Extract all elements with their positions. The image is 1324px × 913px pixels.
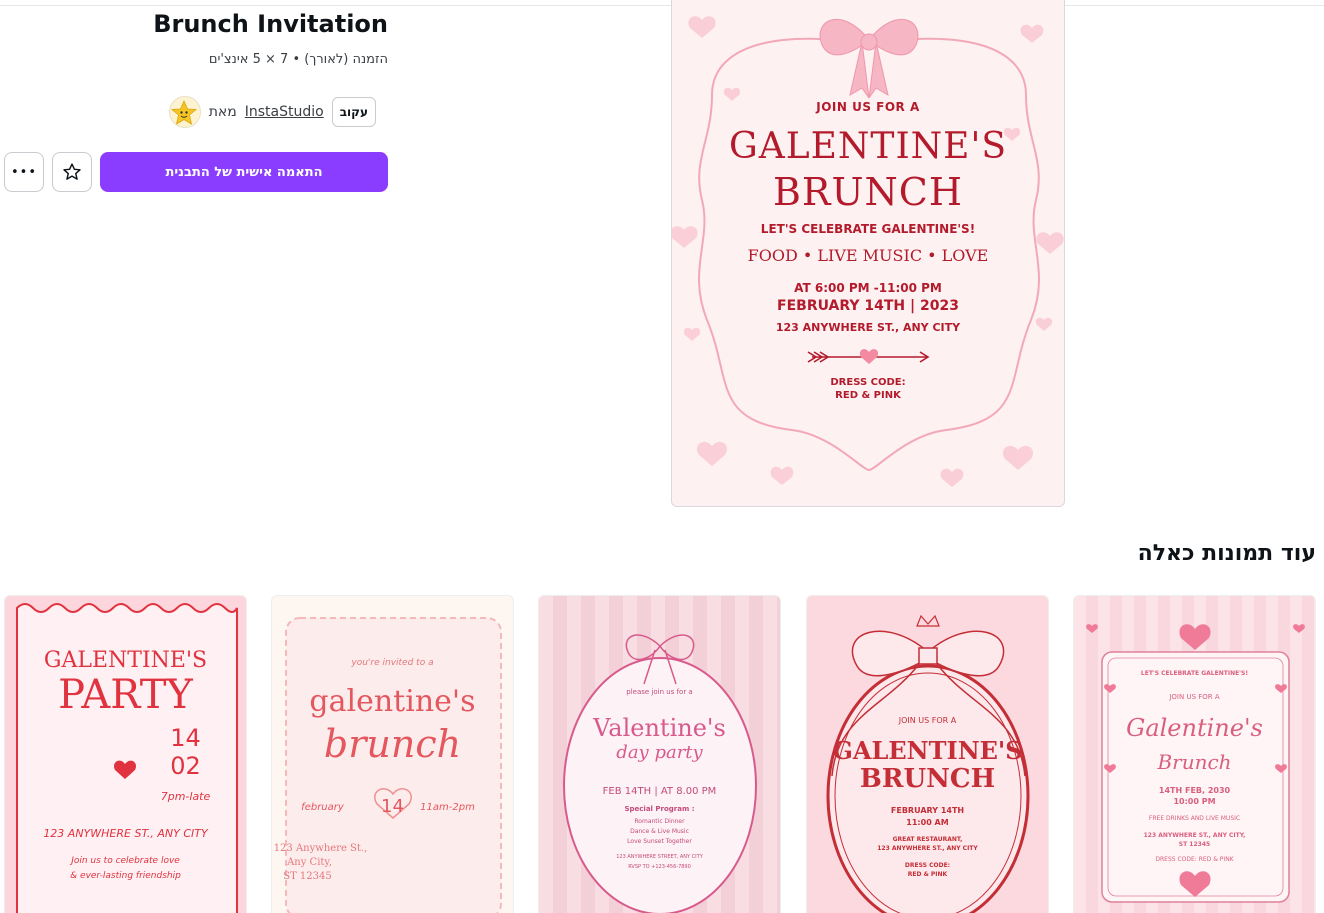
card1-line8: & ever-lasting friendship: [70, 871, 181, 881]
customize-template-button[interactable]: התאמה אישית של התבנית: [100, 152, 388, 192]
card1-line5: 7pm-late: [160, 790, 211, 803]
card3-line4: FEB 14TH | AT 8.00 PM: [602, 786, 717, 797]
card2-line1: you're invited to a: [351, 658, 434, 668]
follow-button[interactable]: עקוב: [331, 97, 376, 127]
card4-line2: GALENTINE'S: [832, 736, 1023, 765]
card3-line1: please join us for a: [626, 688, 693, 696]
card4-line3: BRUNCH: [859, 764, 996, 794]
similar-template-card[interactable]: GALENTINE'S PARTY 14 02 7pm-late 123 ANY…: [4, 595, 247, 913]
card3-line10: RVSP TO +123-456-7890: [628, 864, 691, 870]
card5-line3: Galentine's: [1126, 714, 1263, 742]
template-subtitle: הזמנה (לאורך) • 7 × 5 אינצ'ים: [208, 52, 388, 67]
card2-line9: ST 12345: [283, 871, 332, 882]
preview-line-galentines: GALENTINE'S: [728, 126, 1007, 167]
card3-line7: Dance & Live Music: [630, 828, 689, 835]
card4-line9: RED & PINK: [907, 871, 948, 878]
similar-template-card[interactable]: you're invited to a galentine's brunch f…: [271, 595, 514, 913]
preview-line-date: FEBRUARY 14TH | 2023: [777, 298, 959, 314]
author-byline: מאת InstaStudio עקוב: [168, 96, 388, 128]
card3-line8: Love Sunset Together: [627, 838, 692, 845]
similar-template-card[interactable]: JOIN US FOR A GALENTINE'S BRUNCH FEBRUAR…: [806, 595, 1049, 913]
card4-line1: JOIN US FOR A: [898, 716, 957, 725]
card1-line3: 14: [170, 724, 201, 752]
author-link[interactable]: InstaStudio: [245, 104, 324, 120]
star-mascot-icon: [170, 100, 197, 125]
card5-line10: DRESS CODE: RED & PINK: [1155, 856, 1234, 863]
card4-line4: FEBRUARY 14TH: [890, 806, 965, 815]
preview-line-dresscode: DRESS CODE:: [830, 377, 906, 388]
template-title: Brunch Invitation: [153, 10, 388, 38]
more-options-button[interactable]: •••: [4, 152, 44, 192]
author-avatar[interactable]: [168, 96, 201, 128]
card1-line4: 02: [170, 752, 201, 780]
card5-line6: 10:00 PM: [1173, 797, 1216, 806]
card5-line8: 123 ANYWHERE ST., ANY CITY,: [1143, 832, 1246, 839]
preview-line-food: FOOD • LIVE MUSIC • LOVE: [747, 246, 989, 265]
card5-line7: FREE DRINKS AND LIVE MUSIC: [1148, 815, 1241, 822]
card2-line8: Any City,: [287, 857, 332, 868]
card3-line3: day party: [616, 742, 703, 763]
card3-line2: Valentine's: [593, 714, 726, 742]
card4-line8: DRESS CODE:: [904, 862, 951, 869]
preview-line-address: 123 ANYWHERE ST., ANY CITY: [775, 321, 961, 334]
preview-line-brunch: BRUNCH: [772, 170, 964, 214]
similar-template-card[interactable]: LET'S CELEBRATE GALENTINE'S! JOIN US FOR…: [1073, 595, 1316, 913]
by-label: מאת: [208, 104, 237, 120]
template-preview[interactable]: JOIN US FOR A GALENTINE'S BRUNCH LET'S C…: [671, 0, 1065, 507]
card2-line3: brunch: [323, 722, 462, 766]
card4-line5: 11:00 AM: [906, 818, 949, 827]
preview-line-colors: RED & PINK: [835, 390, 901, 401]
card4-line6: GREAT RESTAURANT,: [892, 836, 963, 843]
card3-line6: Romantic Dinner: [634, 818, 685, 825]
card1-line6: 123 ANYWHERE ST., ANY CITY: [43, 827, 208, 840]
card5-line5: 14TH FEB, 2030: [1158, 786, 1231, 795]
top-bar-edge: [0, 0, 1324, 6]
card5-line4: Brunch: [1157, 750, 1232, 774]
card2-line2: galentine's: [309, 684, 476, 719]
similar-template-card[interactable]: please join us for a Valentine's day par…: [538, 595, 781, 913]
template-actions: ••• התאמה אישית של התבנית: [4, 152, 388, 192]
card1-line7: Join us to celebrate love: [71, 856, 180, 866]
more-icon: •••: [10, 164, 37, 180]
preview-line-join: JOIN US FOR A: [816, 100, 920, 114]
card2-line6: 11am-2pm: [420, 802, 475, 813]
card4-line7: 123 ANYWHERE ST., ANY CITY: [877, 845, 978, 852]
preview-line-time: AT 6:00 PM -11:00 PM: [794, 281, 942, 295]
card2-line7: 123 Anywhere St.,: [273, 843, 368, 854]
card3-line9: 123 ANYWHERE STREET, ANY CITY: [616, 854, 703, 860]
similar-section-title: עוד תמונות כאלה: [1137, 541, 1316, 566]
preview-line-celebrate: LET'S CELEBRATE GALENTINE'S!: [760, 222, 976, 236]
card3-line5: Special Program :: [624, 805, 695, 813]
card5-line2: JOIN US FOR A: [1169, 693, 1220, 701]
favorite-button[interactable]: [52, 152, 92, 192]
star-icon: [63, 163, 81, 180]
card5-line1: LET'S CELEBRATE GALENTINE'S!: [1140, 670, 1249, 677]
card1-line2: PARTY: [58, 672, 193, 718]
card1-line1: GALENTINE'S: [43, 648, 208, 673]
card5-line9: ST 12345: [1178, 841, 1211, 848]
